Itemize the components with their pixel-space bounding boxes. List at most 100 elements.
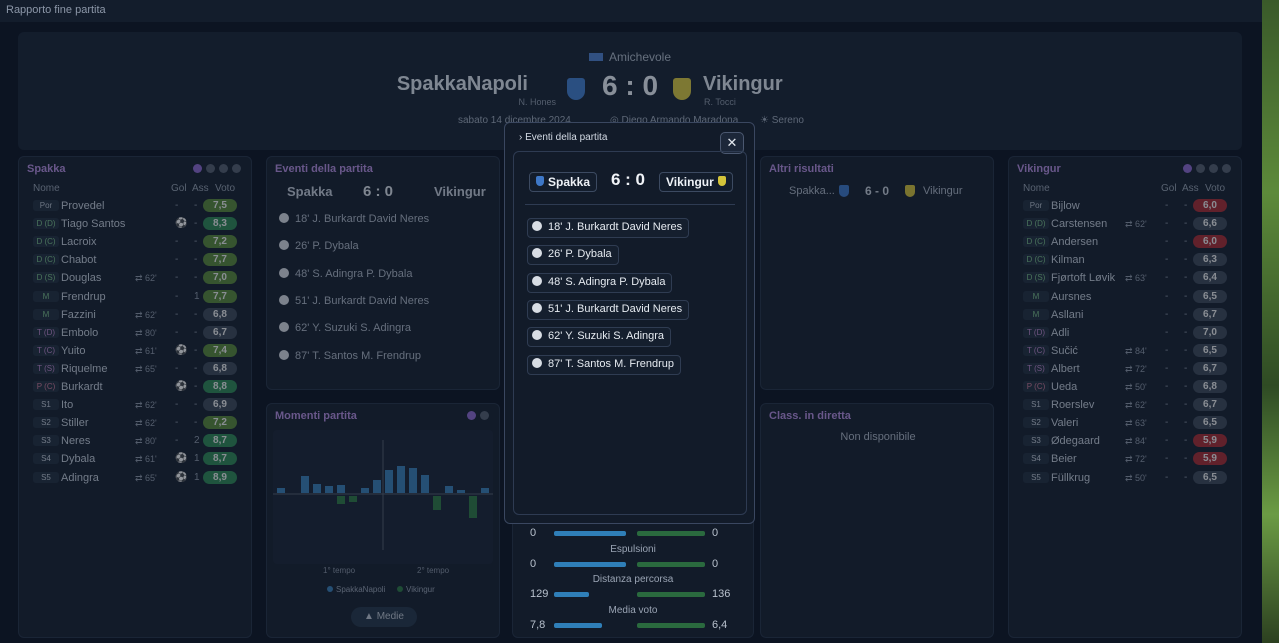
ball-icon: [279, 349, 289, 360]
player-rating: 7,7: [203, 253, 237, 267]
player-row[interactable]: S1 Ito ⇄ 62' - -6,9: [25, 397, 247, 415]
modal-event-text: 87' T. Santos M. Frendrup: [548, 357, 675, 370]
player-row[interactable]: Por Provedel - -7,5: [25, 198, 247, 216]
averages-button[interactable]: ▲ Medie: [351, 607, 417, 627]
substitution-icon: ⇄: [1125, 472, 1136, 483]
trophy-icon: [588, 53, 603, 61]
player-row[interactable]: S2 Stiller ⇄ 62' - -7,2: [25, 415, 247, 433]
player-goals: -: [1165, 453, 1169, 465]
moments-page-dots[interactable]: [467, 411, 489, 420]
event-text: 26' P. Dybala: [295, 240, 359, 253]
player-goals: -: [175, 254, 179, 266]
player-row[interactable]: T (C) Sučić ⇄ 84' - -6,5: [1015, 343, 1237, 361]
player-row[interactable]: D (D) Tiago Santos ⚽ -8,3: [25, 216, 247, 234]
player-row[interactable]: P (C) Ueda ⇄ 50' - -6,8: [1015, 379, 1237, 397]
stat-label: Espulsioni: [610, 543, 656, 555]
player-rating: 6,7: [1193, 398, 1227, 412]
player-row[interactable]: S4 Dybala ⇄ 61' ⚽ 1 8,7: [25, 451, 247, 469]
substitution: ⇄ 63': [1125, 273, 1147, 284]
player-position: Por: [33, 200, 59, 211]
player-row[interactable]: S5 Füllkrug ⇄ 50' - -6,5: [1015, 470, 1237, 488]
player-row[interactable]: S4 Beier ⇄ 72' - -5,9: [1015, 451, 1237, 469]
substitution-icon: ⇄: [1125, 345, 1136, 356]
player-goals: -: [1165, 200, 1169, 211]
player-row[interactable]: T (S) Riquelme ⇄ 65' - -6,8: [25, 361, 247, 379]
player-row[interactable]: M Asllani - -6,7: [1015, 307, 1237, 325]
substitution: ⇄ 84': [1125, 346, 1147, 357]
player-goals: -: [175, 272, 179, 284]
stat-away-bar: [637, 561, 705, 567]
player-row[interactable]: D (C) Kilman - -6,3: [1015, 252, 1237, 270]
player-row[interactable]: T (D) Adli - -7,0: [1015, 325, 1237, 343]
player-row[interactable]: M Fazzini ⇄ 62' - -6,8: [25, 307, 247, 325]
player-name: Yuito: [61, 344, 86, 357]
substitution-icon: ⇄: [1125, 418, 1136, 429]
col-name: Nome: [33, 183, 60, 194]
player-name: Kilman: [1051, 254, 1085, 267]
col-voto: Voto: [1205, 183, 1226, 194]
player-assists: -: [194, 254, 198, 266]
modal-event-item: 26' P. Dybala: [527, 245, 619, 266]
player-row[interactable]: D (S) Fjørtoft Løvik ⇄ 63' - -6,4: [1015, 270, 1237, 288]
other-results-panel: Altri risultati Spakka... 6 - 0 Vikingur: [760, 156, 994, 390]
player-row[interactable]: T (C) Yuito ⇄ 61' ⚽ -7,4: [25, 343, 247, 361]
substitution-minute: 62': [145, 309, 157, 320]
player-goals: -: [175, 417, 179, 429]
substitution-icon: ⇄: [135, 400, 146, 411]
player-row[interactable]: D (C) Chabot - -7,7: [25, 252, 247, 270]
player-row[interactable]: T (S) Albert ⇄ 72' - -6,7: [1015, 361, 1237, 379]
player-assists: -: [194, 236, 198, 248]
player-assists: -: [194, 362, 198, 374]
player-row[interactable]: S3 Neres ⇄ 80' - 2 8,7: [25, 433, 247, 451]
substitution-icon: ⇄: [1125, 400, 1136, 411]
player-row[interactable]: T (D) Embolo ⇄ 80' - -6,7: [25, 325, 247, 343]
away-ratings-panel: Vikingur Nome Gol Ass Voto Por Bijlow - -6,…: [1008, 156, 1242, 638]
player-rating: 6,7: [1193, 307, 1227, 321]
event-item: 51' J. Burkardt David Neres: [279, 294, 429, 307]
player-rating: 7,0: [203, 271, 237, 285]
player-row[interactable]: P (C) Burkardt ⚽ -8,8: [25, 379, 247, 397]
player-position: D (D): [1023, 218, 1049, 230]
player-assists: -: [1184, 344, 1188, 356]
player-rating: 8,9: [203, 470, 237, 484]
player-position: S3: [33, 435, 59, 447]
event-item: 87' T. Santos M. Frendrup: [279, 349, 421, 362]
player-row[interactable]: S2 Valeri ⇄ 63' - -6,5: [1015, 415, 1237, 433]
player-goals: -: [175, 399, 179, 411]
player-name: Neres: [61, 435, 91, 448]
substitution-minute: 80': [145, 327, 157, 338]
substitution-minute: 62': [1135, 219, 1147, 230]
player-row[interactable]: M Frendrup - 1 7,7: [25, 289, 247, 307]
substitution-icon: ⇄: [135, 363, 146, 374]
modal-event-item: 48' S. Adingra P. Dybala: [527, 272, 673, 293]
away-coach: R. Tocci: [704, 97, 736, 107]
player-row[interactable]: D (D) Carstensen ⇄ 62' - -6,6: [1015, 216, 1237, 234]
player-row[interactable]: D (C) Lacroix - -7,2: [25, 234, 247, 252]
player-rating: 7,0: [1193, 325, 1227, 339]
player-row[interactable]: M Aursnes - -6,5: [1015, 289, 1237, 307]
player-rating: 6,5: [1193, 289, 1227, 303]
player-row[interactable]: D (S) Douglas ⇄ 62' - -7,0: [25, 270, 247, 288]
substitution: ⇄ 63': [1125, 418, 1147, 429]
player-assists: -: [194, 218, 198, 230]
player-assists: -: [1184, 290, 1188, 302]
player-name: Aursnes: [1051, 290, 1092, 303]
panel-page-dots[interactable]: [193, 164, 241, 173]
event-text: 48' S. Adingra P. Dybala: [295, 267, 413, 280]
substitution-minute: 62': [145, 400, 157, 411]
player-row[interactable]: Por Bijlow - -6,0: [1015, 198, 1237, 216]
substitution: ⇄ 84': [1125, 436, 1147, 447]
player-row[interactable]: S5 Adingra ⇄ 65' ⚽ 1 8,9: [25, 470, 247, 488]
events-panel-title: Eventi della partita: [275, 163, 373, 175]
player-position: T (C): [1023, 344, 1049, 356]
player-row[interactable]: S3 Ødegaard ⇄ 84' - -5,9: [1015, 433, 1237, 451]
other-home: Spakka...: [789, 185, 835, 197]
substitution: ⇄ 62': [135, 310, 157, 321]
player-name: Ødegaard: [1051, 435, 1100, 448]
player-name: Bijlow: [1051, 200, 1080, 212]
substitution: ⇄ 62': [135, 273, 157, 284]
player-row[interactable]: D (C) Andersen - -6,0: [1015, 234, 1237, 252]
player-row[interactable]: S1 Roerslev ⇄ 62' - -6,7: [1015, 397, 1237, 415]
substitution-minute: 65': [145, 472, 157, 483]
panel-page-dots[interactable]: [1183, 164, 1231, 173]
